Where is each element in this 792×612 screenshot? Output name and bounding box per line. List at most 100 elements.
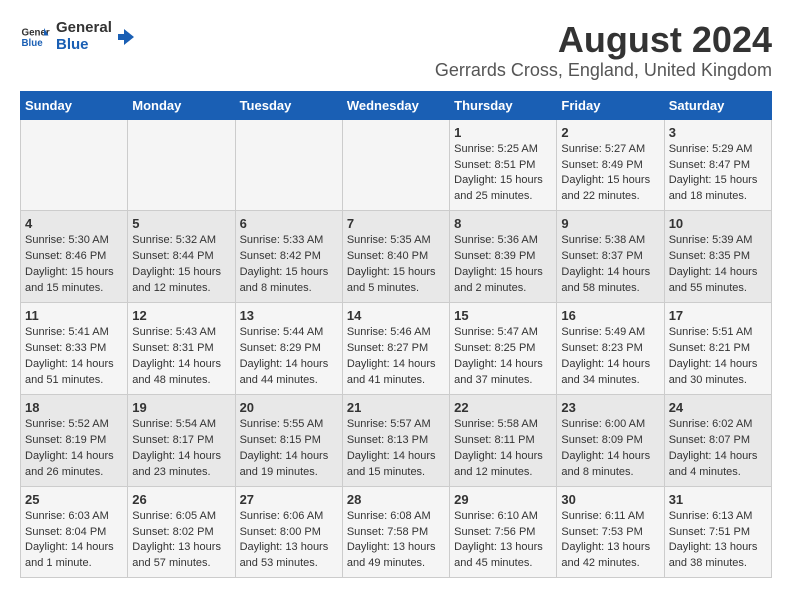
calendar-header: Sunday Monday Tuesday Wednesday Thursday… [21,91,772,119]
day-number: 25 [25,492,123,507]
logo-text-blue: Blue [56,37,112,54]
cell-content: Sunrise: 5:43 AM Sunset: 8:31 PM Dayligh… [132,325,230,389]
calendar-body: 1 Sunrise: 5:25 AM Sunset: 8:51 PM Daylig… [21,119,772,578]
col-tuesday: Tuesday [235,91,342,119]
cell-content: Sunrise: 6:02 AM Sunset: 8:07 PM Dayligh… [669,417,767,481]
logo: General Blue General Blue General Blue [20,20,136,53]
calendar-cell: 26 Sunrise: 6:05 AM Sunset: 8:02 PM Dayli… [128,486,235,578]
calendar-cell [342,119,449,211]
cell-content: Sunrise: 5:38 AM Sunset: 8:37 PM Dayligh… [561,233,659,297]
day-number: 5 [132,216,230,231]
day-number: 9 [561,216,659,231]
day-number: 15 [454,308,552,323]
calendar-cell: 4 Sunrise: 5:30 AM Sunset: 8:46 PM Daylig… [21,211,128,303]
cell-content: Sunrise: 5:55 AM Sunset: 8:15 PM Dayligh… [240,417,338,481]
cell-content: Sunrise: 5:27 AM Sunset: 8:49 PM Dayligh… [561,142,659,206]
calendar-cell: 3 Sunrise: 5:29 AM Sunset: 8:47 PM Daylig… [664,119,771,211]
page-header: General Blue General Blue General Blue A… [20,20,772,81]
cell-content: Sunrise: 6:06 AM Sunset: 8:00 PM Dayligh… [240,509,338,573]
calendar-cell: 7 Sunrise: 5:35 AM Sunset: 8:40 PM Daylig… [342,211,449,303]
cell-content: Sunrise: 5:41 AM Sunset: 8:33 PM Dayligh… [25,325,123,389]
logo-icon: General Blue [20,22,50,52]
col-saturday: Saturday [664,91,771,119]
cell-content: Sunrise: 5:51 AM Sunset: 8:21 PM Dayligh… [669,325,767,389]
day-number: 11 [25,308,123,323]
calendar-week-1: 1 Sunrise: 5:25 AM Sunset: 8:51 PM Daylig… [21,119,772,211]
day-number: 16 [561,308,659,323]
cell-content: Sunrise: 5:46 AM Sunset: 8:27 PM Dayligh… [347,325,445,389]
calendar-cell: 22 Sunrise: 5:58 AM Sunset: 8:11 PM Dayli… [450,394,557,486]
cell-content: Sunrise: 5:33 AM Sunset: 8:42 PM Dayligh… [240,233,338,297]
calendar-cell [235,119,342,211]
calendar-week-4: 18Sunrise: 5:52 AM Sunset: 8:19 PM Dayli… [21,394,772,486]
day-number: 31 [669,492,767,507]
day-number: 19 [132,400,230,415]
calendar-cell: 27 Sunrise: 6:06 AM Sunset: 8:00 PM Dayli… [235,486,342,578]
cell-content: Sunrise: 5:25 AM Sunset: 8:51 PM Dayligh… [454,142,552,206]
calendar-cell: 17 Sunrise: 5:51 AM Sunset: 8:21 PM Dayli… [664,303,771,395]
cell-content: Sunrise: 5:44 AM Sunset: 8:29 PM Dayligh… [240,325,338,389]
cell-content: Sunrise: 5:52 AM Sunset: 8:19 PM Dayligh… [25,417,123,481]
calendar-cell: 24 Sunrise: 6:02 AM Sunset: 8:07 PM Dayli… [664,394,771,486]
cell-content: Sunrise: 6:08 AM Sunset: 7:58 PM Dayligh… [347,509,445,573]
cell-content: Sunrise: 6:00 AM Sunset: 8:09 PM Dayligh… [561,417,659,481]
calendar-cell [21,119,128,211]
cell-content: Sunrise: 5:49 AM Sunset: 8:23 PM Dayligh… [561,325,659,389]
day-number: 3 [669,125,767,140]
page-subtitle: Gerrards Cross, England, United Kingdom [435,60,772,81]
page-title: August 2024 [435,20,772,60]
day-number: 27 [240,492,338,507]
calendar-cell: 5Sunrise: 5:32 AM Sunset: 8:44 PM Daylig… [128,211,235,303]
calendar-cell: 23 Sunrise: 6:00 AM Sunset: 8:09 PM Dayli… [557,394,664,486]
day-number: 23 [561,400,659,415]
day-number: 26 [132,492,230,507]
calendar-cell: 30 Sunrise: 6:11 AM Sunset: 7:53 PM Dayli… [557,486,664,578]
cell-content: Sunrise: 5:57 AM Sunset: 8:13 PM Dayligh… [347,417,445,481]
cell-content: Sunrise: 5:30 AM Sunset: 8:46 PM Dayligh… [25,233,123,297]
calendar-table: Sunday Monday Tuesday Wednesday Thursday… [20,91,772,579]
calendar-week-2: 4 Sunrise: 5:30 AM Sunset: 8:46 PM Daylig… [21,211,772,303]
day-number: 24 [669,400,767,415]
cell-content: Sunrise: 5:35 AM Sunset: 8:40 PM Dayligh… [347,233,445,297]
day-number: 17 [669,308,767,323]
calendar-cell: 6Sunrise: 5:33 AM Sunset: 8:42 PM Daylig… [235,211,342,303]
cell-content: Sunrise: 5:47 AM Sunset: 8:25 PM Dayligh… [454,325,552,389]
day-number: 14 [347,308,445,323]
col-monday: Monday [128,91,235,119]
calendar-cell: 20 Sunrise: 5:55 AM Sunset: 8:15 PM Dayli… [235,394,342,486]
svg-text:Blue: Blue [22,38,44,49]
calendar-cell: 12 Sunrise: 5:43 AM Sunset: 8:31 PM Dayli… [128,303,235,395]
calendar-cell: 8Sunrise: 5:36 AM Sunset: 8:39 PM Daylig… [450,211,557,303]
day-number: 13 [240,308,338,323]
cell-content: Sunrise: 5:39 AM Sunset: 8:35 PM Dayligh… [669,233,767,297]
day-number: 22 [454,400,552,415]
col-sunday: Sunday [21,91,128,119]
calendar-cell: 2Sunrise: 5:27 AM Sunset: 8:49 PM Daylig… [557,119,664,211]
day-number: 30 [561,492,659,507]
calendar-cell: 28Sunrise: 6:08 AM Sunset: 7:58 PM Dayli… [342,486,449,578]
cell-content: Sunrise: 5:58 AM Sunset: 8:11 PM Dayligh… [454,417,552,481]
title-block: August 2024 Gerrards Cross, England, Uni… [435,20,772,81]
col-thursday: Thursday [450,91,557,119]
calendar-cell: 21 Sunrise: 5:57 AM Sunset: 8:13 PM Dayli… [342,394,449,486]
calendar-cell: 19 Sunrise: 5:54 AM Sunset: 8:17 PM Dayli… [128,394,235,486]
day-number: 1 [454,125,552,140]
calendar-cell [128,119,235,211]
day-number: 21 [347,400,445,415]
calendar-cell: 31Sunrise: 6:13 AM Sunset: 7:51 PM Dayli… [664,486,771,578]
calendar-cell: 18Sunrise: 5:52 AM Sunset: 8:19 PM Dayli… [21,394,128,486]
day-number: 8 [454,216,552,231]
day-number: 10 [669,216,767,231]
day-number: 12 [132,308,230,323]
calendar-cell: 9 Sunrise: 5:38 AM Sunset: 8:37 PM Daylig… [557,211,664,303]
col-wednesday: Wednesday [342,91,449,119]
cell-content: Sunrise: 5:54 AM Sunset: 8:17 PM Dayligh… [132,417,230,481]
day-number: 4 [25,216,123,231]
day-number: 7 [347,216,445,231]
day-number: 20 [240,400,338,415]
cell-content: Sunrise: 6:11 AM Sunset: 7:53 PM Dayligh… [561,509,659,573]
col-friday: Friday [557,91,664,119]
cell-content: Sunrise: 6:05 AM Sunset: 8:02 PM Dayligh… [132,509,230,573]
calendar-cell: 16 Sunrise: 5:49 AM Sunset: 8:23 PM Dayli… [557,303,664,395]
cell-content: Sunrise: 5:29 AM Sunset: 8:47 PM Dayligh… [669,142,767,206]
